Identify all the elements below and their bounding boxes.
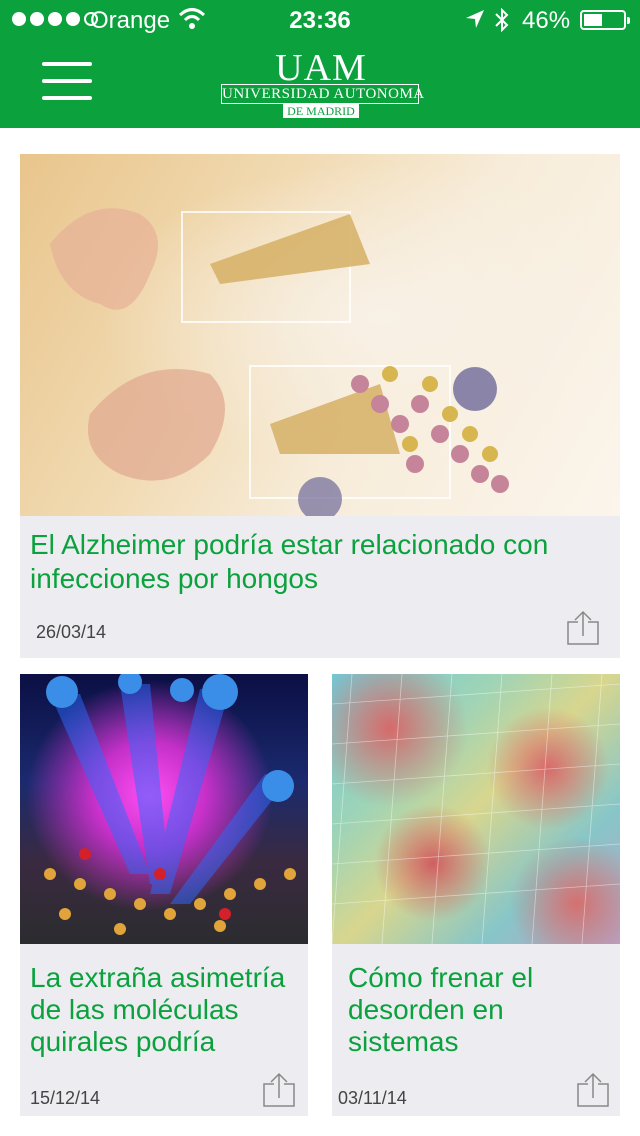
status-bar: Orange 23:36 46% xyxy=(0,0,640,40)
app-header: Orange 23:36 46% UAM UNIVERSIDAD AUTONOM… xyxy=(0,0,640,128)
location-arrow-icon xyxy=(466,10,484,28)
article-card-featured[interactable]: El Alzheimer podría estar relacionado co… xyxy=(20,154,620,658)
share-icon[interactable] xyxy=(576,1072,610,1108)
battery-percent: 46% xyxy=(522,7,571,34)
bluetooth-icon xyxy=(495,7,509,33)
battery-icon xyxy=(580,10,630,30)
article-card-chirality[interactable]: La extraña asimetría de las moléculas qu… xyxy=(20,674,308,1116)
article-date: 15/12/14 xyxy=(30,1088,101,1108)
article-image-molecules xyxy=(20,674,308,944)
article-card-disorder[interactable]: Cómo frenar el desorden en sistemas bidi… xyxy=(332,674,620,1116)
article-image-lattice xyxy=(332,674,620,944)
article-title[interactable]: Cómo frenar el desorden en sistemas bidi… xyxy=(348,962,618,1058)
share-icon[interactable] xyxy=(566,610,600,646)
hamburger-icon xyxy=(42,62,92,66)
article-title[interactable]: El Alzheimer podría estar relacionado co… xyxy=(30,528,615,596)
share-icon[interactable] xyxy=(262,1072,296,1108)
menu-button[interactable] xyxy=(42,60,94,104)
article-date: 03/11/14 xyxy=(338,1088,407,1108)
article-title[interactable]: La extraña asimetría de las moléculas qu… xyxy=(30,962,300,1058)
uam-logo: UAM UNIVERSIDAD AUTONOMA DE MADRID xyxy=(221,47,425,118)
article-image-alzheimer xyxy=(20,154,620,516)
article-date: 26/03/14 xyxy=(36,622,107,642)
